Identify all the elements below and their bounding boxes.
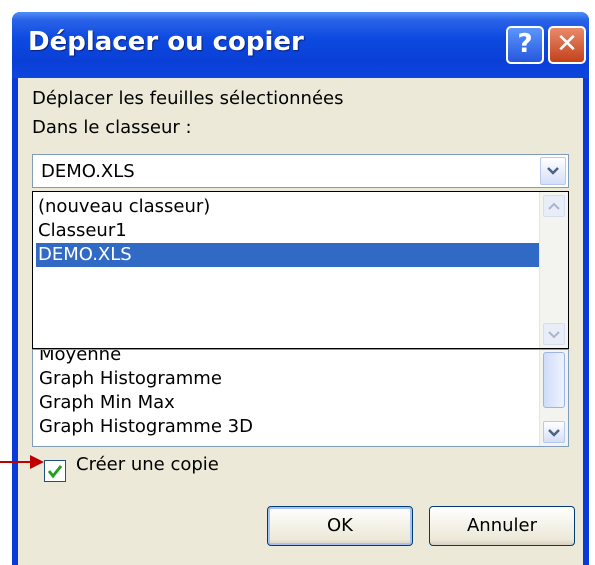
combobox-dropdown-button[interactable] <box>540 157 566 185</box>
list-item[interactable]: Graph Histogramme 3D <box>39 415 253 439</box>
chevron-down-icon <box>548 429 560 437</box>
scroll-thumb[interactable] <box>543 352 565 408</box>
dropdown-scrollbar[interactable] <box>539 192 568 348</box>
dialog-title: Déplacer ou copier <box>28 27 304 57</box>
chevron-down-icon <box>548 331 560 339</box>
sheets-list-scrollbar[interactable] <box>539 350 568 446</box>
list-item[interactable]: Graph Histogramme <box>39 367 222 391</box>
annotation-arrow-icon <box>30 455 44 469</box>
dialog-body: Déplacer les feuilles sélectionnées Dans… <box>18 78 583 565</box>
title-bar: Déplacer ou copier ? ✕ <box>12 12 589 78</box>
checkmark-icon <box>47 465 63 479</box>
close-button[interactable]: ✕ <box>548 26 586 64</box>
help-button[interactable]: ? <box>506 26 544 64</box>
dropdown-item-classeur1[interactable]: Classeur1 <box>36 219 542 243</box>
move-selected-sheets-label: Déplacer les feuilles sélectionnées <box>32 88 344 109</box>
dialog-window: Déplacer ou copier ? ✕ Déplacer les feui… <box>12 12 589 565</box>
workbook-label-text: Dans le classeur : <box>32 117 192 138</box>
dropdown-item-demo-xls[interactable]: DEMO.XLS <box>36 243 542 267</box>
sheets-list[interactable]: Moyenne Graph Histogramme Graph Min Max … <box>32 349 569 447</box>
chevron-down-icon <box>547 167 559 175</box>
ok-button[interactable]: OK <box>267 506 413 546</box>
create-copy-checkbox[interactable] <box>44 460 66 482</box>
list-item[interactable]: Graph Min Max <box>39 391 175 415</box>
workbook-combobox-value: DEMO.XLS <box>41 161 135 182</box>
scroll-down-button[interactable] <box>543 323 565 345</box>
workbook-dropdown-list[interactable]: (nouveau classeur) Classeur1 DEMO.XLS <box>32 191 569 349</box>
scroll-down-button[interactable] <box>543 421 565 443</box>
workbook-combobox[interactable]: DEMO.XLS <box>32 154 569 188</box>
list-item[interactable]: Moyenne <box>39 350 121 367</box>
dropdown-item-new-workbook[interactable]: (nouveau classeur) <box>36 195 542 219</box>
workbook-label: Dans le classeur : <box>32 117 192 138</box>
create-copy-label[interactable]: Créer une copie <box>76 454 219 475</box>
scroll-up-button[interactable] <box>543 195 565 217</box>
annotation-arrow-line <box>0 461 32 463</box>
chevron-up-icon <box>548 202 560 210</box>
cancel-button[interactable]: Annuler <box>429 506 575 546</box>
